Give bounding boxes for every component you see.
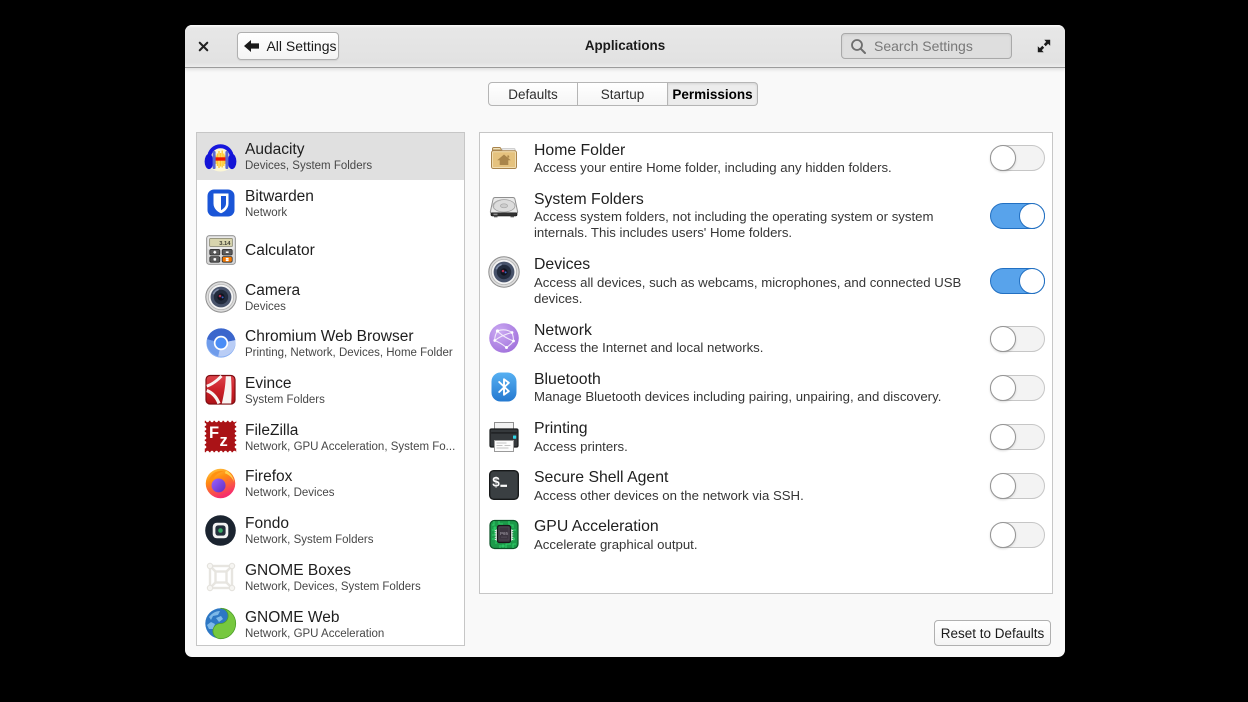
svg-text:z: z [220, 432, 228, 450]
svg-text:F: F [209, 424, 219, 442]
svg-text:P65: P65 [500, 531, 509, 536]
svg-text:3.14: 3.14 [219, 241, 231, 247]
svg-text:$: $ [492, 475, 500, 490]
